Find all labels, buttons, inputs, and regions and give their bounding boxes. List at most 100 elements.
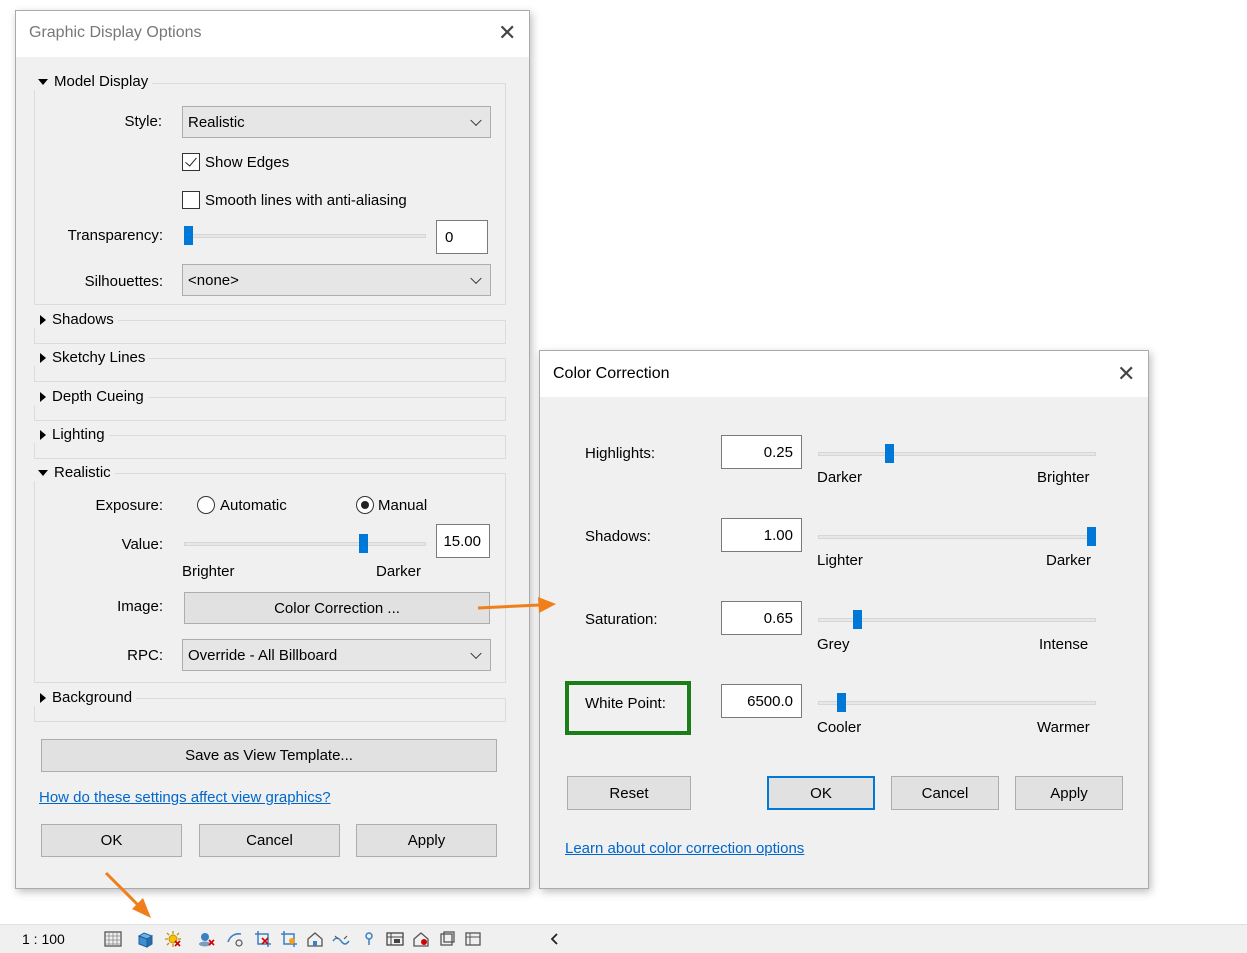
analytical-model-icon[interactable] [412, 930, 430, 948]
shadows-slider-track[interactable] [818, 535, 1096, 539]
silhouettes-dropdown[interactable]: <none> [182, 264, 491, 296]
brighter-label: Brighter [182, 563, 235, 580]
cc-title: Color Correction [553, 365, 670, 382]
collapse-arrow-icon [38, 78, 48, 85]
section-label: Shadows [52, 311, 114, 328]
transparency-slider-track[interactable] [184, 234, 426, 238]
saturation-slider-thumb[interactable] [852, 610, 862, 629]
ok-button[interactable]: OK [41, 824, 182, 857]
section-label: Sketchy Lines [52, 349, 146, 366]
shadows-label: Shadows: [585, 528, 651, 545]
white-point-slider-thumb[interactable] [836, 693, 846, 712]
chevron-down-icon [470, 272, 482, 285]
cancel-button[interactable]: Cancel [891, 776, 999, 810]
value-label: Value: [121, 536, 163, 553]
highlights-value: 0.25 [763, 443, 793, 461]
visual-style-icon[interactable] [136, 930, 154, 948]
show-edges-label: Show Edges [205, 154, 290, 171]
show-edges-checkbox[interactable] [182, 153, 200, 171]
white-point-low-label: Cooler [817, 719, 862, 736]
section-lighting[interactable]: Lighting [34, 426, 109, 443]
expand-arrow-icon [40, 314, 46, 325]
unlock-3d-icon[interactable] [280, 930, 298, 948]
temporary-hide-icon[interactable] [306, 930, 324, 948]
expand-arrow-icon [40, 429, 46, 440]
help-link[interactable]: How do these settings affect view graphi… [39, 789, 331, 806]
temporary-view-icon[interactable] [386, 930, 404, 948]
shadows-low-label: Lighter [817, 552, 863, 569]
exposure-value-input[interactable]: 15.00 [436, 524, 490, 558]
crop-view-icon[interactable] [226, 930, 244, 948]
chevron-down-icon [470, 114, 482, 127]
section-label: Realistic [54, 464, 111, 481]
view-scale[interactable]: 1 : 100 [22, 931, 65, 947]
color-correction-button[interactable]: Color Correction ... [184, 592, 490, 624]
saturation-value: 0.65 [763, 609, 793, 627]
graphic-display-options-dialog: Graphic Display Options ✕ Model Display … [15, 10, 530, 889]
white-point-high-label: Warmer [1037, 719, 1090, 736]
smooth-lines-checkbox[interactable] [182, 191, 200, 209]
expand-arrow-icon [40, 391, 46, 402]
white-point-input[interactable]: 6500.0 [721, 684, 802, 718]
white-point-label: White Point: [585, 695, 666, 712]
rpc-value: Override - All Billboard [188, 646, 338, 664]
style-dropdown[interactable]: Realistic [182, 106, 491, 138]
gdo-title: Graphic Display Options [29, 24, 202, 41]
saturation-label: Saturation: [585, 611, 658, 628]
expand-arrow-icon [40, 692, 46, 703]
section-model-display[interactable]: Model Display [34, 73, 153, 90]
close-icon[interactable]: ✕ [1117, 363, 1135, 385]
chevron-down-icon [470, 647, 482, 660]
apply-button[interactable]: Apply [1015, 776, 1123, 810]
white-point-slider-track[interactable] [818, 701, 1096, 705]
silhouettes-label: Silhouettes: [84, 273, 163, 290]
reset-button[interactable]: Reset [567, 776, 691, 810]
highlights-input[interactable]: 0.25 [721, 435, 802, 469]
apply-button[interactable]: Apply [356, 824, 497, 857]
transparency-input[interactable]: 0 [436, 220, 488, 254]
section-shadows[interactable]: Shadows [34, 311, 118, 328]
shadows-icon[interactable] [198, 930, 216, 948]
exposure-automatic-radio[interactable] [197, 496, 215, 514]
section-label: Background [52, 689, 133, 706]
saturation-input[interactable]: 0.65 [721, 601, 802, 635]
show-crop-icon[interactable] [254, 930, 272, 948]
style-label: Style: [124, 113, 162, 130]
gdo-titlebar: Graphic Display Options ✕ [16, 11, 529, 57]
section-background[interactable]: Background [34, 689, 137, 706]
view-control-bar: 1 : 100 [0, 924, 1247, 953]
saturation-high-label: Intense [1039, 636, 1089, 653]
section-sketchy-lines[interactable]: Sketchy Lines [34, 349, 150, 366]
reveal-hidden-icon[interactable] [332, 930, 350, 948]
shadows-slider-thumb[interactable] [1087, 527, 1096, 546]
cancel-button[interactable]: Cancel [199, 824, 340, 857]
exposure-value-slider-thumb[interactable] [358, 534, 368, 553]
saturation-low-label: Grey [817, 636, 850, 653]
transparency-slider-thumb[interactable] [184, 226, 193, 245]
save-as-view-template-button[interactable]: Save as View Template... [41, 739, 497, 772]
automatic-label: Automatic [220, 497, 287, 514]
collapse-arrow-icon [38, 469, 48, 476]
highlights-low-label: Darker [817, 469, 863, 486]
section-depth-cueing[interactable]: Depth Cueing [34, 388, 148, 405]
reveal-constraints-icon[interactable] [464, 930, 482, 948]
highlights-slider-track[interactable] [818, 452, 1096, 456]
detail-level-icon[interactable] [104, 930, 122, 948]
highlight-displacement-icon[interactable] [438, 930, 456, 948]
ok-button[interactable]: OK [767, 776, 875, 810]
learn-color-correction-link[interactable]: Learn about color correction options [565, 840, 804, 857]
color-correction-dialog: Color Correction ✕ Highlights: 0.25 Dark… [539, 350, 1149, 889]
rpc-label: RPC: [127, 647, 163, 664]
sun-path-icon[interactable] [164, 930, 182, 948]
highlights-slider-thumb[interactable] [885, 444, 895, 463]
section-realistic[interactable]: Realistic [34, 464, 115, 481]
worksharing-icon[interactable] [360, 930, 378, 948]
shadows-input[interactable]: 1.00 [721, 518, 802, 552]
silhouettes-value: <none> [188, 271, 239, 289]
close-icon[interactable]: ✕ [498, 22, 516, 44]
exposure-manual-radio[interactable] [356, 496, 374, 514]
collapse-icon[interactable] [546, 930, 564, 948]
transparency-value: 0 [445, 228, 454, 246]
exposure-value-slider-track[interactable] [184, 542, 426, 546]
rpc-dropdown[interactable]: Override - All Billboard [182, 639, 491, 671]
